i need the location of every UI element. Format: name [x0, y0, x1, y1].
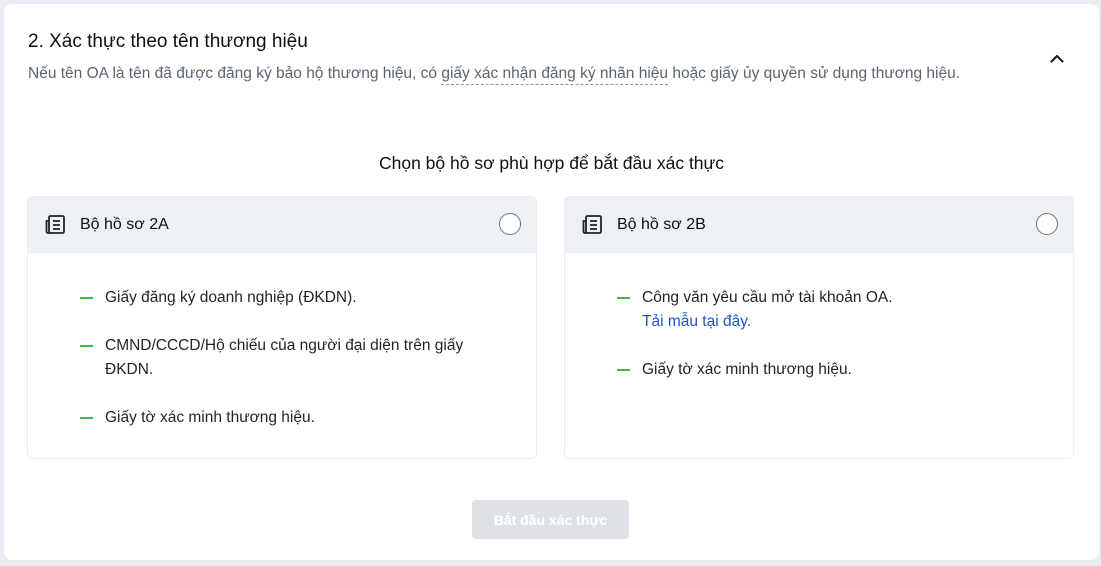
profile-2a-radio[interactable]	[499, 213, 521, 235]
list-item: Giấy tờ xác minh thương hiệu.	[617, 358, 1037, 382]
section-description: Nếu tên OA là tên đã được đăng ký bảo hộ…	[28, 64, 961, 85]
list-item-text: Công văn yêu cầu mở tài khoản OA.	[642, 289, 893, 306]
choose-profile-heading: Chọn bộ hồ sơ phù hợp để bắt đầu xác thự…	[378, 153, 725, 173]
profile-2b-radio[interactable]	[1036, 213, 1058, 235]
profile-card-2b: Bộ hồ sơ 2B Công văn yêu cầu mở tài khoả…	[564, 196, 1074, 459]
profile-card-2a-header[interactable]: Bộ hồ sơ 2A	[28, 197, 536, 253]
start-verification-button[interactable]: Bắt đầu xác thực	[472, 500, 629, 539]
profile-2b-requirements: Công văn yêu cầu mở tài khoản OA. Tải mẫ…	[617, 286, 1037, 406]
profile-2a-requirements: Giấy đăng ký doanh nghiệp (ĐKDN). CMND/C…	[80, 286, 500, 454]
document-icon	[45, 215, 65, 234]
list-item: Giấy tờ xác minh thương hiệu.	[80, 406, 500, 430]
profile-card-2a: Bộ hồ sơ 2A Giấy đăng ký doanh nghiệp (Đ…	[27, 196, 537, 459]
chevron-up-icon	[1050, 54, 1064, 63]
list-item: CMND/CCCD/Hộ chiếu của người đại diện tr…	[80, 334, 500, 382]
profile-card-2b-title: Bộ hồ sơ 2B	[617, 216, 706, 233]
section-title: 2. Xác thực theo tên thương hiệu	[28, 31, 308, 52]
profile-card-2b-header[interactable]: Bộ hồ sơ 2B	[565, 197, 1073, 253]
document-icon	[582, 215, 602, 234]
brand-verification-panel: 2. Xác thực theo tên thương hiệu Nếu tên…	[4, 4, 1099, 560]
description-prefix: Nếu tên OA là tên đã được đăng ký bảo hộ…	[28, 65, 442, 82]
profile-card-2a-title: Bộ hồ sơ 2A	[80, 216, 169, 233]
download-template-link[interactable]: Tải mẫu tại đây.	[642, 310, 1037, 334]
trademark-certificate-link[interactable]: giấy xác nhận đăng ký nhãn hiệu	[441, 65, 669, 85]
list-item: Công văn yêu cầu mở tài khoản OA. Tải mẫ…	[617, 286, 1037, 334]
list-item: Giấy đăng ký doanh nghiệp (ĐKDN).	[80, 286, 500, 310]
description-suffix: hoặc giấy ủy quyền sử dụng thương hiệu.	[668, 65, 961, 82]
collapse-section-button[interactable]	[1044, 45, 1070, 71]
